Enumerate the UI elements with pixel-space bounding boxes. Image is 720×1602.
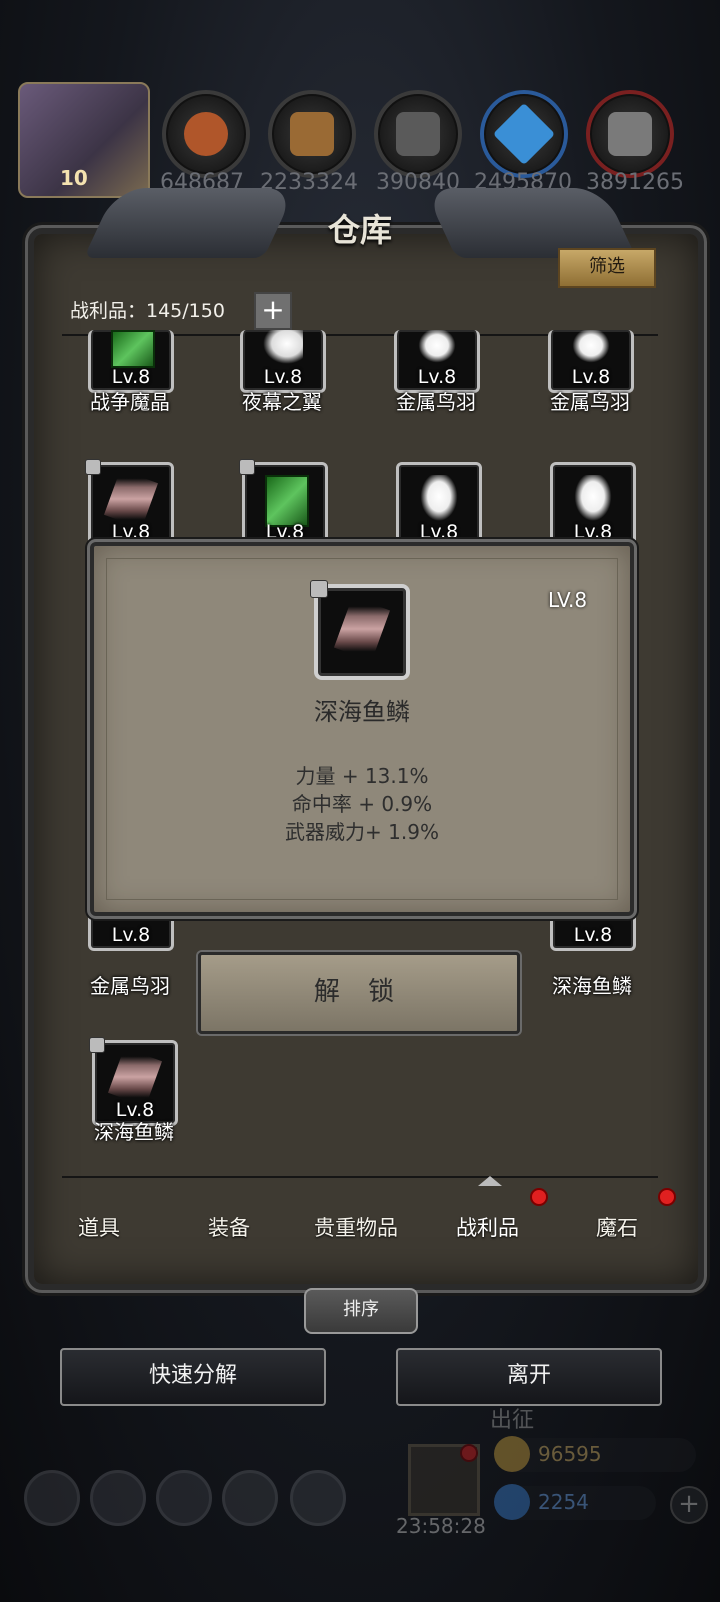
mail-icon[interactable]	[222, 1470, 278, 1526]
war-crystal-icon	[265, 475, 309, 527]
popup-stat-accuracy: 命中率 + 0.9%	[291, 792, 433, 816]
item-name: 深海鱼鳞	[94, 1120, 174, 1144]
gold-display: 96595	[494, 1436, 696, 1472]
tab-magic-stones[interactable]: 魔石	[596, 1212, 638, 1242]
fish-scale-icon	[107, 1047, 163, 1107]
popup-stat-strength: 力量 + 13.1%	[295, 764, 429, 788]
tab-valuables[interactable]: 贵重物品	[314, 1212, 398, 1242]
active-tab-indicator	[478, 1176, 502, 1186]
map-icon[interactable]	[156, 1470, 212, 1526]
settings-icon[interactable]	[24, 1470, 80, 1526]
popup-stat-weapon-power: 武器威力+ 1.9%	[285, 820, 439, 844]
feather-icon	[419, 475, 459, 523]
player-level: 10	[60, 166, 88, 190]
wing-icon	[263, 330, 303, 364]
unlock-button[interactable]: 解 锁	[198, 952, 520, 1034]
item-name: 深海鱼鳞	[552, 974, 632, 998]
feather-icon	[571, 330, 611, 364]
fish-scale-icon	[333, 596, 391, 662]
lock-icon	[310, 580, 328, 598]
wood-icon[interactable]	[268, 90, 356, 178]
expedition-label: 出征	[490, 1408, 535, 1433]
gem-icon	[494, 1484, 530, 1520]
gem-display: 2254	[494, 1484, 656, 1520]
notification-badge	[530, 1188, 548, 1206]
fish-scale-icon	[103, 469, 159, 529]
meat-icon[interactable]	[162, 90, 250, 178]
leave-button[interactable]: 离开	[396, 1348, 662, 1406]
lock-icon	[85, 459, 101, 475]
player-avatar[interactable]: 10	[18, 82, 150, 198]
tab-loot[interactable]: 战利品	[456, 1212, 519, 1242]
item-detail-popup: LV.8 深海鱼鳞 力量 + 13.1% 命中率 + 0.9% 武器威力+ 1.…	[90, 542, 634, 916]
tab-items[interactable]: 道具	[78, 1212, 120, 1242]
item-name: 金属鸟羽	[550, 390, 630, 414]
lock-icon	[239, 459, 255, 475]
tab-equipment[interactable]: 装备	[208, 1212, 250, 1242]
panel-title: 仓库	[327, 211, 392, 249]
filter-button[interactable]: 筛选	[558, 248, 656, 288]
crystal-icon[interactable]	[480, 90, 568, 178]
notification-badge	[460, 1444, 478, 1462]
stone-icon[interactable]	[374, 90, 462, 178]
item-name: 金属鸟羽	[396, 390, 476, 414]
gift-timer: 23:58:28	[396, 1514, 486, 1538]
shield-icon[interactable]	[290, 1470, 346, 1526]
gold-coin-icon	[494, 1436, 530, 1472]
sort-button[interactable]: 排序	[304, 1288, 418, 1334]
divider	[62, 1176, 658, 1178]
item-name: 金属鸟羽	[90, 974, 170, 998]
lock-icon	[89, 1037, 105, 1053]
iron-icon[interactable]	[586, 90, 674, 178]
item-name: 战争魔晶	[90, 390, 170, 414]
war-crystal-icon	[111, 330, 155, 368]
feather-icon	[573, 475, 613, 523]
add-currency-button[interactable]: +	[670, 1486, 708, 1524]
expand-capacity-button[interactable]: +	[254, 292, 292, 330]
popup-item-level: LV.8	[548, 588, 588, 612]
feather-icon	[417, 330, 457, 364]
iron-count: 3891265	[586, 170, 684, 195]
panel-ornament-left	[83, 188, 297, 258]
popup-item-name: 深海鱼鳞	[314, 698, 410, 726]
notification-badge	[658, 1188, 676, 1206]
loot-capacity: 战利品：145/150	[70, 300, 225, 322]
popup-item-slot	[310, 580, 410, 680]
menu-icon[interactable]	[90, 1470, 146, 1526]
item-name: 夜幕之翼	[242, 390, 322, 414]
quick-decompose-button[interactable]: 快速分解	[60, 1348, 326, 1406]
